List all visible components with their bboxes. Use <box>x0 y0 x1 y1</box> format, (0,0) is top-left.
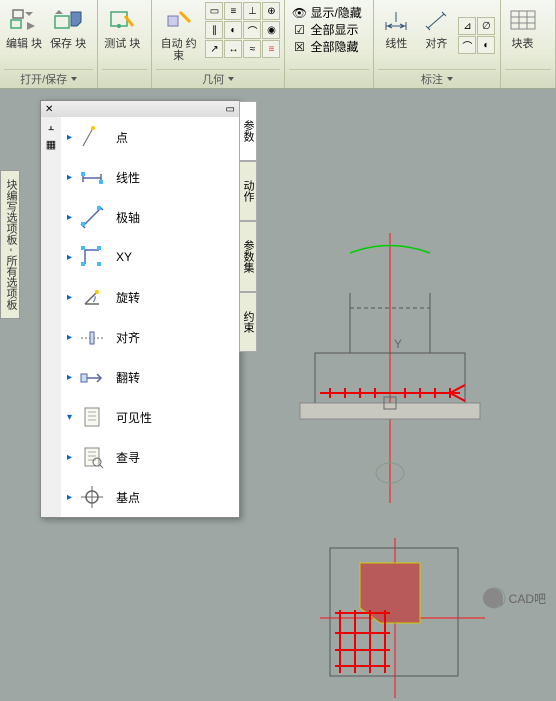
show-all-button[interactable]: ☑全部显示 <box>289 21 369 38</box>
linear-dim-icon <box>380 4 412 36</box>
param-xy[interactable]: ▸XY <box>61 237 239 277</box>
close-icon[interactable]: ✕ <box>45 104 53 115</box>
polar-icon <box>76 201 108 233</box>
block-table-label: 块表 <box>512 38 534 50</box>
watermark-text: CAD吧 <box>509 590 546 607</box>
menu-icon[interactable]: ▦ <box>46 138 56 151</box>
save-block-button[interactable]: 保存 块 <box>48 2 88 69</box>
constraint-cell[interactable]: ∥ <box>205 21 223 39</box>
svg-text:Y: Y <box>394 337 402 351</box>
hide-all-button[interactable]: ☒全部隐藏 <box>289 38 369 55</box>
param-lookup[interactable]: ▸查寻 <box>61 437 239 477</box>
param-basepoint[interactable]: ▸基点 <box>61 477 239 517</box>
chevron-down-icon[interactable] <box>228 77 234 81</box>
save-block-label: 保存 块 <box>50 38 86 50</box>
constraint-cell[interactable]: ↔ <box>224 40 242 58</box>
param-flip[interactable]: ▸翻转 <box>61 357 239 397</box>
ribbon-group5-label: 标注 <box>421 71 443 87</box>
dim-cell[interactable]: ◐ <box>477 36 495 54</box>
param-rotate[interactable]: ▸旋转 <box>61 277 239 317</box>
param-align[interactable]: ▸对齐 <box>61 317 239 357</box>
wechat-icon <box>483 588 503 608</box>
rotate-icon <box>76 281 108 313</box>
block-authoring-palette: ✕ ▭ ⫠ ▦ ▸点 ▸线性 ▸极轴 ▸XY ▸旋转 ▸对齐 ▸翻转 ▾可见性 … <box>40 100 240 518</box>
edit-block-label: 编辑 块 <box>6 38 42 50</box>
palette-title-tab[interactable]: 块编写选项板 - 所有选项板 <box>0 170 20 319</box>
linear-icon <box>76 161 108 193</box>
auto-constrain-label: 自动 约束 <box>158 38 200 62</box>
align-dim-label: 对齐 <box>425 38 447 50</box>
ribbon: 编辑 块 保存 块 打开/保存 测试 块 自动 约束 ▭≡⊥⊕ ∥◐ <box>0 0 556 89</box>
hide-all-icon: ☒ <box>291 39 307 55</box>
show-hide-button[interactable]: 👁显示/隐藏 <box>289 4 369 21</box>
drawing-object-1: Y <box>290 233 490 493</box>
test-block-button[interactable]: 测试 块 <box>102 2 142 69</box>
auto-constrain-button[interactable]: 自动 约束 <box>156 2 202 69</box>
param-polar[interactable]: ▸极轴 <box>61 197 239 237</box>
align-dim-icon <box>420 4 452 36</box>
align-dim-button[interactable]: 对齐 <box>418 2 454 69</box>
dock-icon[interactable]: ▭ <box>226 104 235 115</box>
constraint-cell[interactable]: ≡ <box>224 2 242 20</box>
ribbon-group3-label: 几何 <box>202 71 224 87</box>
chevron-down-icon[interactable] <box>71 77 77 81</box>
constraint-cell[interactable]: ↗ <box>205 40 223 58</box>
param-point[interactable]: ▸点 <box>61 117 239 157</box>
linear-dim-button[interactable]: 线性 <box>378 2 414 69</box>
palette-tab-actions[interactable]: 动作 <box>239 161 257 221</box>
constraint-cell[interactable]: ⊥ <box>243 2 261 20</box>
xy-icon <box>76 241 108 273</box>
show-hide-icon: 👁 <box>291 5 307 21</box>
test-block-label: 测试 块 <box>104 38 140 50</box>
constraint-cell[interactable]: ▭ <box>205 2 223 20</box>
param-linear[interactable]: ▸线性 <box>61 157 239 197</box>
edit-block-icon <box>8 4 40 36</box>
constraint-cell[interactable]: ◉ <box>262 21 280 39</box>
parameter-list: ▸点 ▸线性 ▸极轴 ▸XY ▸旋转 ▸对齐 ▸翻转 ▾可见性 ▸查寻 ▸基点 <box>61 117 239 517</box>
constraint-grid: ▭≡⊥⊕ ∥◐⌒◉ ↗↔≈≡ <box>205 2 280 69</box>
drawing-object-2 <box>320 538 490 688</box>
palette-tab-constraints[interactable]: 约束 <box>239 292 257 352</box>
dim-cell[interactable]: ∅ <box>477 17 495 35</box>
basepoint-icon <box>76 481 108 513</box>
param-visibility[interactable]: ▾可见性 <box>61 397 239 437</box>
palette-tab-params[interactable]: 参数 <box>239 101 257 161</box>
lookup-icon <box>76 441 108 473</box>
visibility-icon <box>76 401 108 433</box>
flip-icon <box>76 361 108 393</box>
ribbon-group1-label: 打开/保存 <box>20 71 67 87</box>
dim-cell[interactable]: ⊿ <box>458 17 476 35</box>
chevron-down-icon[interactable] <box>447 77 453 81</box>
save-block-icon <box>52 4 84 36</box>
linear-dim-label: 线性 <box>385 38 407 50</box>
auto-constrain-icon <box>163 4 195 36</box>
align-icon <box>76 321 108 353</box>
palette-tab-paramsets[interactable]: 参数集 <box>239 221 257 292</box>
constraint-cell[interactable]: ≈ <box>243 40 261 58</box>
point-icon <box>76 121 108 153</box>
dim-cell[interactable]: ⌒ <box>458 36 476 54</box>
block-table-icon <box>507 4 539 36</box>
pin-icon[interactable]: ⫠ <box>48 121 55 134</box>
block-table-button[interactable]: 块表 <box>505 2 541 69</box>
constraint-cell[interactable]: ≡ <box>262 40 280 58</box>
show-all-icon: ☑ <box>291 22 307 38</box>
test-block-icon <box>106 4 138 36</box>
constraint-cell[interactable]: ⌒ <box>243 21 261 39</box>
constraint-cell[interactable]: ⊕ <box>262 2 280 20</box>
edit-block-button[interactable]: 编辑 块 <box>4 2 44 69</box>
constraint-cell[interactable]: ◐ <box>224 21 242 39</box>
watermark: CAD吧 <box>483 588 546 608</box>
